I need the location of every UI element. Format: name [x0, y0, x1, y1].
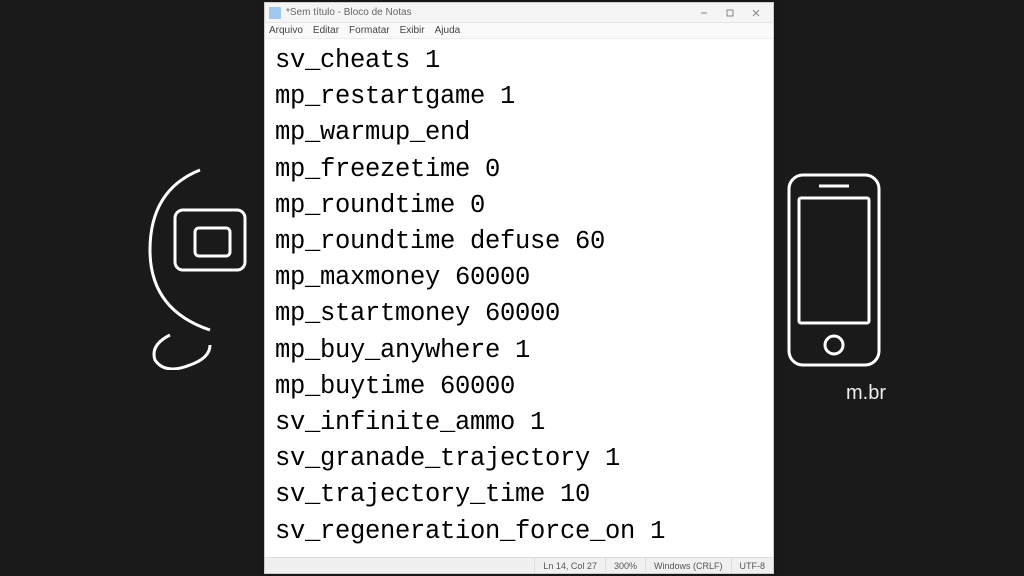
notepad-app-icon [269, 7, 281, 19]
titlebar[interactable]: *Sem título - Bloco de Notas [265, 3, 773, 23]
close-button[interactable] [743, 4, 769, 22]
menu-format[interactable]: Formatar [349, 25, 390, 36]
status-zoom: 300% [605, 558, 645, 573]
minimize-icon [700, 9, 708, 17]
maximize-icon [726, 9, 734, 17]
statusbar: Ln 14, Col 27 300% Windows (CRLF) UTF-8 [265, 557, 773, 573]
maximize-button[interactable] [717, 4, 743, 22]
menu-help[interactable]: Ajuda [435, 25, 461, 36]
notepad-window: *Sem título - Bloco de Notas Arquivo Edi… [264, 2, 774, 574]
window-controls [691, 4, 769, 22]
decoration-phone-right [784, 170, 884, 370]
close-icon [752, 9, 760, 17]
status-encoding: UTF-8 [731, 558, 774, 573]
minimize-button[interactable] [691, 4, 717, 22]
status-line-ending: Windows (CRLF) [645, 558, 731, 573]
menubar: Arquivo Editar Formatar Exibir Ajuda [265, 23, 773, 39]
status-cursor-position: Ln 14, Col 27 [534, 558, 605, 573]
window-title: *Sem título - Bloco de Notas [286, 7, 691, 18]
menu-file[interactable]: Arquivo [269, 25, 303, 36]
background-domain-text: m.br [846, 382, 886, 405]
menu-view[interactable]: Exibir [400, 25, 425, 36]
menu-edit[interactable]: Editar [313, 25, 339, 36]
text-editor-area[interactable]: sv_cheats 1 mp_restartgame 1 mp_warmup_e… [265, 39, 773, 557]
